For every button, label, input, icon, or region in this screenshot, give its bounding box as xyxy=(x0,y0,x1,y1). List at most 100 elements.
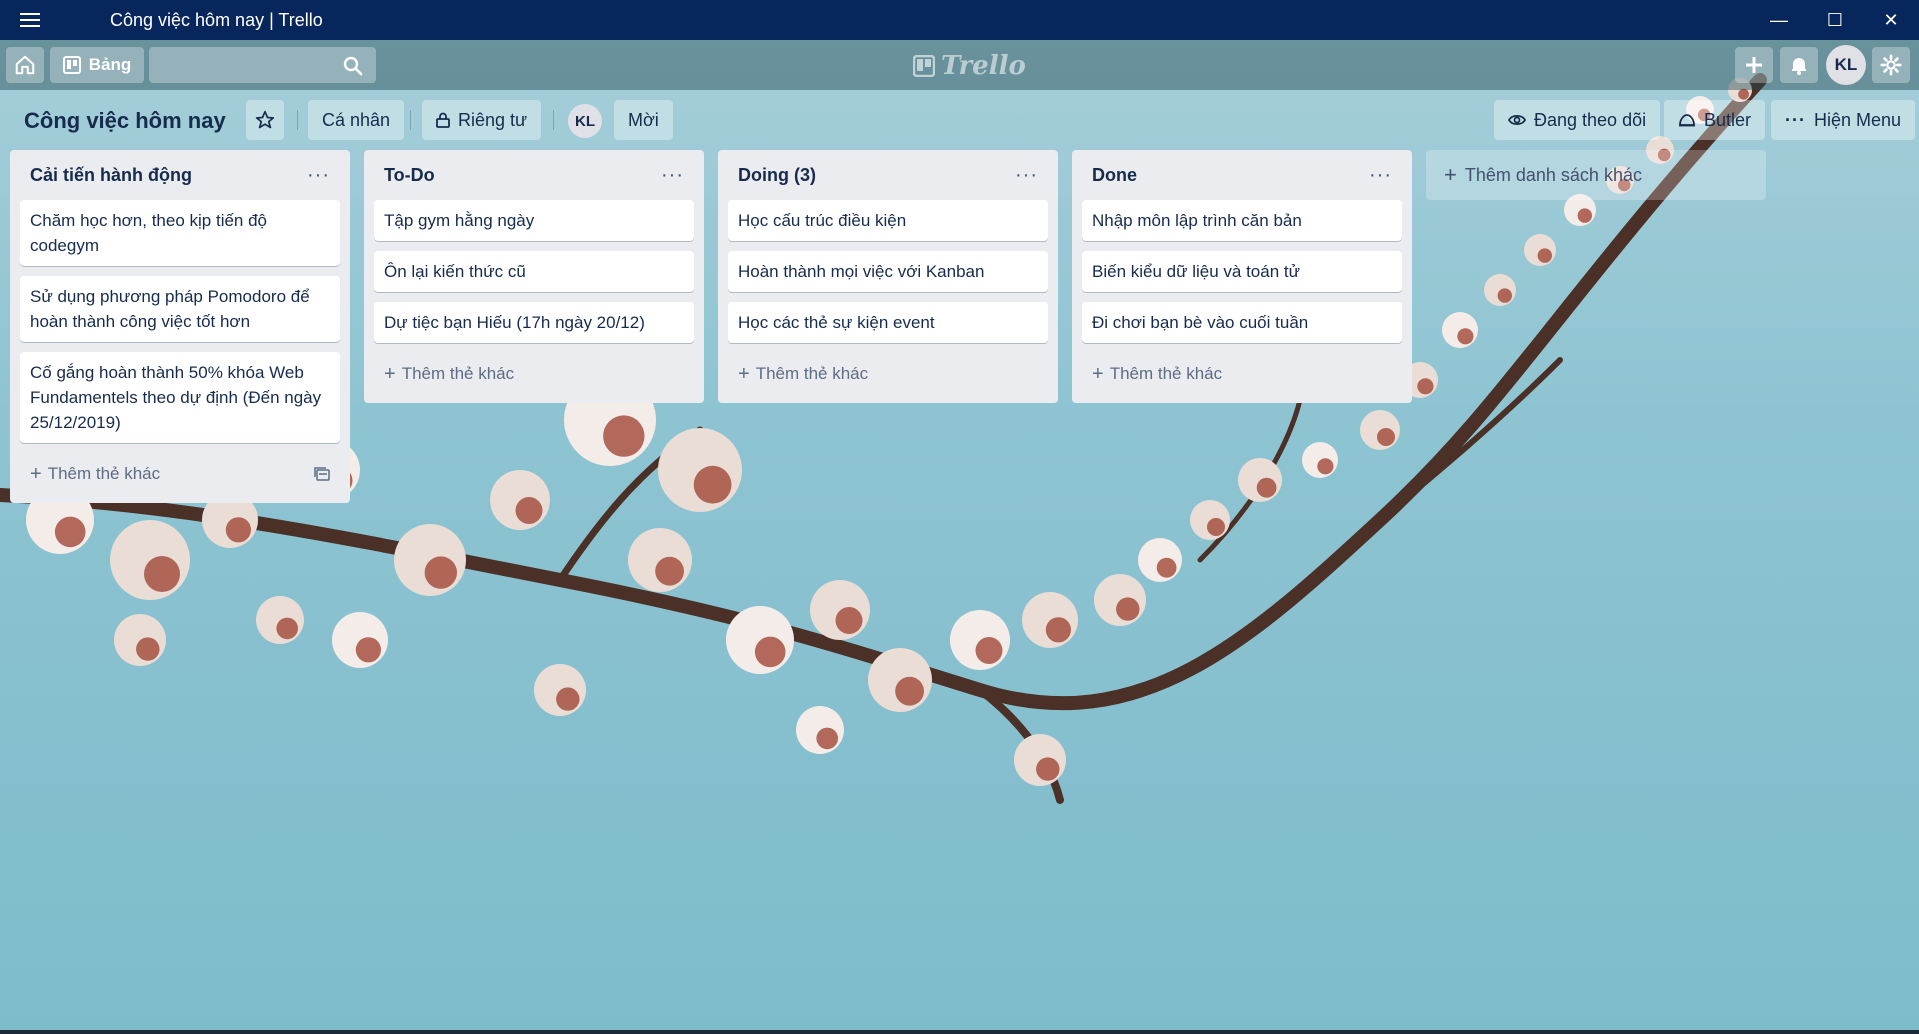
trello-logo[interactable]: Trello xyxy=(913,51,1026,81)
window-title: Công việc hôm nay | Trello xyxy=(110,9,323,30)
invite-button[interactable]: Mời xyxy=(614,100,673,140)
blossom-shape xyxy=(1022,592,1078,648)
blossom-shape xyxy=(534,664,586,716)
blossom-sepal-shape xyxy=(975,637,1003,664)
card[interactable]: Dự tiệc bạn Hiếu (17h ngày 20/12) xyxy=(374,302,694,343)
card-template-icon[interactable] xyxy=(314,467,330,481)
card[interactable]: Ôn lại kiến thức cũ xyxy=(374,251,694,292)
blossom-shape xyxy=(1190,500,1230,540)
list-header[interactable]: Cải tiến hành động ··· xyxy=(20,150,340,200)
privacy-button[interactable]: Riêng tư xyxy=(422,100,542,140)
board-title[interactable]: Công việc hôm nay xyxy=(24,108,226,134)
butler-button[interactable]: Butler xyxy=(1664,100,1766,140)
search-icon[interactable] xyxy=(343,56,363,76)
divider xyxy=(553,110,554,130)
list-menu-icon[interactable]: ··· xyxy=(1015,164,1038,187)
search-input[interactable] xyxy=(149,47,376,83)
blossom-sepal-shape xyxy=(835,607,863,634)
list-column: Cải tiến hành động ··· Chăm học hơn, the… xyxy=(10,150,350,503)
maximize-button[interactable]: ☐ xyxy=(1807,0,1863,40)
card[interactable]: Nhập môn lập trình căn bản xyxy=(1082,200,1402,241)
add-card-label: Thêm thẻ khác xyxy=(47,464,161,483)
list-column: Doing (3) ··· Học cấu trúc điều kiện Hoà… xyxy=(718,150,1058,403)
card[interactable]: Cố gắng hoàn thành 50% khóa Web Fundamen… xyxy=(20,352,340,443)
blossom-sepal-shape xyxy=(1156,557,1177,578)
boards-button[interactable]: Bảng xyxy=(50,47,144,83)
card[interactable]: Học các thẻ sự kiện event xyxy=(728,302,1048,343)
watch-button[interactable]: Đang theo dõi xyxy=(1494,100,1661,140)
board-lists: Cải tiến hành động ··· Chăm học hơn, the… xyxy=(10,150,1766,503)
butler-label: Butler xyxy=(1704,109,1752,130)
blossom-sepal-shape xyxy=(1045,617,1071,643)
list-menu-icon[interactable]: ··· xyxy=(1369,164,1392,187)
card[interactable]: Tập gym hằng ngày xyxy=(374,200,694,241)
trello-logo-text: Trello xyxy=(941,51,1026,81)
blossom-sepal-shape xyxy=(1036,757,1060,781)
minimize-button[interactable]: — xyxy=(1751,0,1807,40)
card[interactable]: Đi chơi bạn bè vào cuối tuần xyxy=(1082,302,1402,343)
plus-icon: + xyxy=(738,362,750,385)
blossom-sepal-shape xyxy=(225,517,251,543)
card[interactable]: Chăm học hơn, theo kịp tiến độ codegym xyxy=(20,200,340,266)
list-header[interactable]: Doing (3) ··· xyxy=(728,150,1048,200)
list-header[interactable]: To-Do ··· xyxy=(374,150,694,200)
bottom-edge xyxy=(0,1030,1919,1034)
blossom-sepal-shape xyxy=(895,676,924,706)
blossom-sepal-shape xyxy=(1116,597,1140,621)
close-button[interactable]: ✕ xyxy=(1863,0,1919,40)
add-card-button[interactable]: + Thêm thẻ khác xyxy=(728,353,1048,395)
blossom-sepal-shape xyxy=(144,556,180,592)
add-card-label: Thêm thẻ khác xyxy=(1109,364,1223,383)
plus-icon: + xyxy=(1092,362,1104,385)
list-title[interactable]: Done xyxy=(1092,165,1137,186)
blossom-shape xyxy=(114,614,166,666)
notifications-button[interactable] xyxy=(1780,47,1818,83)
trello-logo-icon xyxy=(913,55,935,77)
plus-icon: + xyxy=(1444,162,1457,187)
blossom-shape xyxy=(1014,734,1066,786)
card[interactable]: Biến kiểu dữ liệu và toán tử xyxy=(1082,251,1402,292)
list-header[interactable]: Done ··· xyxy=(1082,150,1402,200)
gear-icon xyxy=(1880,54,1902,76)
member-avatar[interactable]: KL xyxy=(1826,45,1866,85)
butler-icon xyxy=(1679,114,1695,127)
blossom-sepal-shape xyxy=(136,637,160,661)
plus-icon xyxy=(1746,57,1762,73)
home-button[interactable] xyxy=(6,47,44,83)
blossom-shape xyxy=(1138,538,1182,582)
card[interactable]: Hoàn thành mọi việc với Kanban xyxy=(728,251,1048,292)
add-card-label: Thêm thẻ khác xyxy=(755,364,869,383)
list-title[interactable]: Doing (3) xyxy=(738,165,816,186)
board-icon xyxy=(62,56,81,74)
card[interactable]: Học cấu trúc điều kiện xyxy=(728,200,1048,241)
add-card-button[interactable]: + Thêm thẻ khác xyxy=(20,453,340,495)
team-visibility-button[interactable]: Cá nhân xyxy=(308,100,405,140)
add-list-button[interactable]: + Thêm danh sách khác xyxy=(1426,150,1766,200)
settings-button[interactable] xyxy=(1872,47,1910,83)
hamburger-menu-icon[interactable] xyxy=(20,0,60,40)
add-card-button[interactable]: + Thêm thẻ khác xyxy=(374,353,694,395)
blossom-sepal-shape xyxy=(424,556,457,589)
board-header: Công việc hôm nay Cá nhân Riêng tư KL Mờ… xyxy=(0,90,1919,148)
list-title[interactable]: Cải tiến hành động xyxy=(30,165,192,186)
board-member-avatar[interactable]: KL xyxy=(568,104,602,138)
add-card-button[interactable]: + Thêm thẻ khác xyxy=(1082,353,1402,395)
window-titlebar: Công việc hôm nay | Trello — ☐ ✕ xyxy=(0,0,1919,40)
lock-icon xyxy=(436,112,450,128)
list-title[interactable]: To-Do xyxy=(384,165,435,186)
star-icon xyxy=(255,110,275,129)
app-header: Bảng Trello KL xyxy=(0,40,1919,90)
add-list-label: Thêm danh sách khác xyxy=(1464,164,1642,185)
blossom-sepal-shape xyxy=(754,636,786,668)
divider xyxy=(410,110,411,130)
list-menu-icon[interactable]: ··· xyxy=(307,164,330,187)
plus-icon: + xyxy=(384,362,396,385)
star-button[interactable] xyxy=(246,100,284,140)
card[interactable]: Sử dụng phương pháp Pomodoro để hoàn thà… xyxy=(20,276,340,342)
boards-label: Bảng xyxy=(88,55,132,74)
blossom-shape xyxy=(394,524,466,596)
show-menu-button[interactable]: ··· Hiện Menu xyxy=(1771,100,1916,140)
blossom-sepal-shape xyxy=(355,637,381,663)
list-menu-icon[interactable]: ··· xyxy=(661,164,684,187)
create-button[interactable] xyxy=(1735,47,1773,83)
